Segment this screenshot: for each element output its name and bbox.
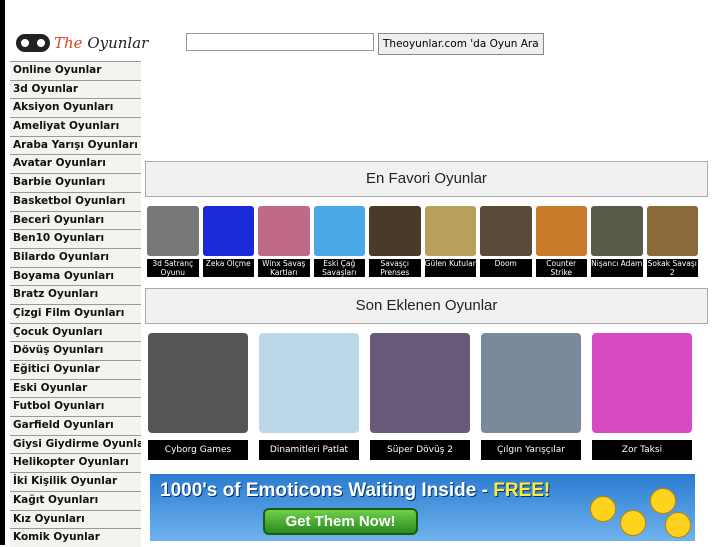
game-label[interactable]: Doom [480,259,532,277]
game-label[interactable]: Nişancı Adam [591,259,643,277]
favorites-grid: 3d Satranç Oyunu Zeka Ölçme Winx Savaş Kar… [147,206,698,277]
game-thumbnail[interactable] [480,206,532,256]
game-label[interactable]: Savaşçı Prenses [369,259,421,277]
game-thumbnail[interactable] [646,206,698,256]
sidebar-item[interactable]: Boyama Oyunları [10,266,141,286]
sidebar-item[interactable]: Beceri Oyunları [10,210,141,230]
game-thumbnail[interactable] [258,206,310,256]
game-item[interactable]: Eski Çağ Savaşları [313,206,365,277]
banner-text: 1000's of Emoticons Waiting Inside - [160,480,494,501]
game-thumbnail[interactable] [591,206,643,256]
game-thumbnail[interactable] [481,333,581,433]
sidebar-item[interactable]: Komik Oyunlar [10,528,141,547]
game-item[interactable]: Nişancı Adam [591,206,643,277]
sidebar-item[interactable]: Bilardo Oyunları [10,247,141,267]
sidebar-item[interactable]: Ameliyat Oyunları [10,117,141,136]
game-item[interactable]: Zeka Ölçme [202,206,254,277]
game-item[interactable]: 3d Satranç Oyunu [147,206,199,277]
gamepad-icon [16,34,50,52]
game-label[interactable]: 3d Satranç Oyunu [147,259,199,277]
game-label[interactable]: Counter Strike [535,259,587,277]
search-button[interactable]: Theoyunlar.com 'da Oyun Ara [378,33,544,55]
sidebar-item[interactable]: Çizgi Film Oyunları [10,303,141,323]
sidebar-item[interactable]: Helikopter Oyunları [10,453,141,473]
sidebar-item[interactable]: Araba Yarışı Oyunları [10,135,141,155]
sidebar-item[interactable]: Garfield Oyunları [10,416,141,435]
recent-grid: Cyborg Games Dinamitleri Patlat Süper Dövü… [148,333,692,460]
site-logo[interactable]: The Oyunlar [16,34,148,52]
game-item[interactable]: Doom [480,206,532,277]
sidebar-item[interactable]: Eski Oyunlar [10,378,141,398]
sidebar-item[interactable]: Kız Oyunları [10,509,141,529]
search-form: Theoyunlar.com 'da Oyun Ara [186,33,544,55]
logo-the: The [54,34,83,52]
game-thumbnail[interactable] [424,206,476,256]
game-item[interactable]: Sokak Savaşı 2 [646,206,698,277]
game-thumbnail[interactable] [147,206,199,256]
game-thumbnail[interactable] [202,206,254,256]
game-item[interactable]: Süper Dövüş 2 [370,333,470,460]
game-thumbnail[interactable] [592,333,692,433]
game-item[interactable]: Çılgın Yarışçılar [481,333,581,460]
game-label[interactable]: Cyborg Games [148,440,248,460]
emoticon-icon [620,510,646,536]
logo-oyunlar: Oyunlar [87,34,149,52]
sidebar-item[interactable]: Barbie Oyunları [10,173,141,192]
game-label[interactable]: Zor Taksi [592,440,692,460]
game-item[interactable]: Gülen Kutular [424,206,476,277]
sidebar-item[interactable]: Ben10 Oyunları [10,229,141,248]
sidebar-item[interactable]: Dövüş Oyunları [10,341,141,360]
sidebar-item[interactable]: Eğitici Oyunlar [10,360,141,379]
sidebar-item[interactable]: 3d Oyunlar [10,79,141,99]
search-input[interactable] [186,33,374,51]
recent-header: Son Eklenen Oyunlar [145,288,708,324]
game-item[interactable]: Zor Taksi [592,333,692,460]
game-thumbnail[interactable] [369,206,421,256]
sidebar-item[interactable]: Basketbol Oyunları [10,191,141,211]
emoticon-icon [665,512,691,538]
game-item[interactable]: Dinamitleri Patlat [259,333,359,460]
favorites-header: En Favori Oyunlar [145,161,708,197]
sidebar-item[interactable]: Avatar Oyunları [10,154,141,174]
emoticon-icon [650,488,676,514]
sidebar-item[interactable]: Çocuk Oyunları [10,322,141,342]
game-label[interactable]: Sokak Savaşı 2 [646,259,698,277]
sidebar-item[interactable]: İki Kişilik Oyunlar [10,472,141,491]
game-thumbnail[interactable] [535,206,587,256]
game-thumbnail[interactable] [259,333,359,433]
sidebar-item[interactable]: Online Oyunlar [10,61,141,80]
emoticon-icon [590,496,616,522]
get-them-now-button[interactable]: Get Them Now! [263,508,418,535]
game-item[interactable]: Winx Savaş Kartları [258,206,310,277]
game-item[interactable]: Counter Strike [535,206,587,277]
game-label[interactable]: Çılgın Yarışçılar [481,440,581,460]
game-label[interactable]: Dinamitleri Patlat [259,440,359,460]
game-item[interactable]: Cyborg Games [148,333,248,460]
sidebar-item[interactable]: Futbol Oyunları [10,397,141,417]
game-thumbnail[interactable] [313,206,365,256]
game-label[interactable]: Süper Dövüş 2 [370,440,470,460]
game-thumbnail[interactable] [370,333,470,433]
sidebar-item[interactable]: Aksiyon Oyunları [10,98,141,118]
game-thumbnail[interactable] [148,333,248,433]
emoticons-ad-banner[interactable]: 1000's of Emoticons Waiting Inside - FRE… [150,474,695,541]
sidebar-item[interactable]: Bratz Oyunları [10,285,141,304]
game-label[interactable]: Gülen Kutular [424,259,476,277]
sidebar-item[interactable]: Kağıt Oyunları [10,490,141,510]
game-label[interactable]: Zeka Ölçme [202,259,254,277]
left-border [0,0,5,545]
game-item[interactable]: Savaşçı Prenses [369,206,421,277]
category-sidebar: Online Oyunlar 3d Oyunlar Aksiyon Oyunları… [10,61,141,547]
sidebar-item[interactable]: Giysi Giydirme Oyunları [10,434,141,454]
game-label[interactable]: Eski Çağ Savaşları [313,259,365,277]
game-label[interactable]: Winx Savaş Kartları [258,259,310,277]
banner-free: FREE! [493,480,551,501]
